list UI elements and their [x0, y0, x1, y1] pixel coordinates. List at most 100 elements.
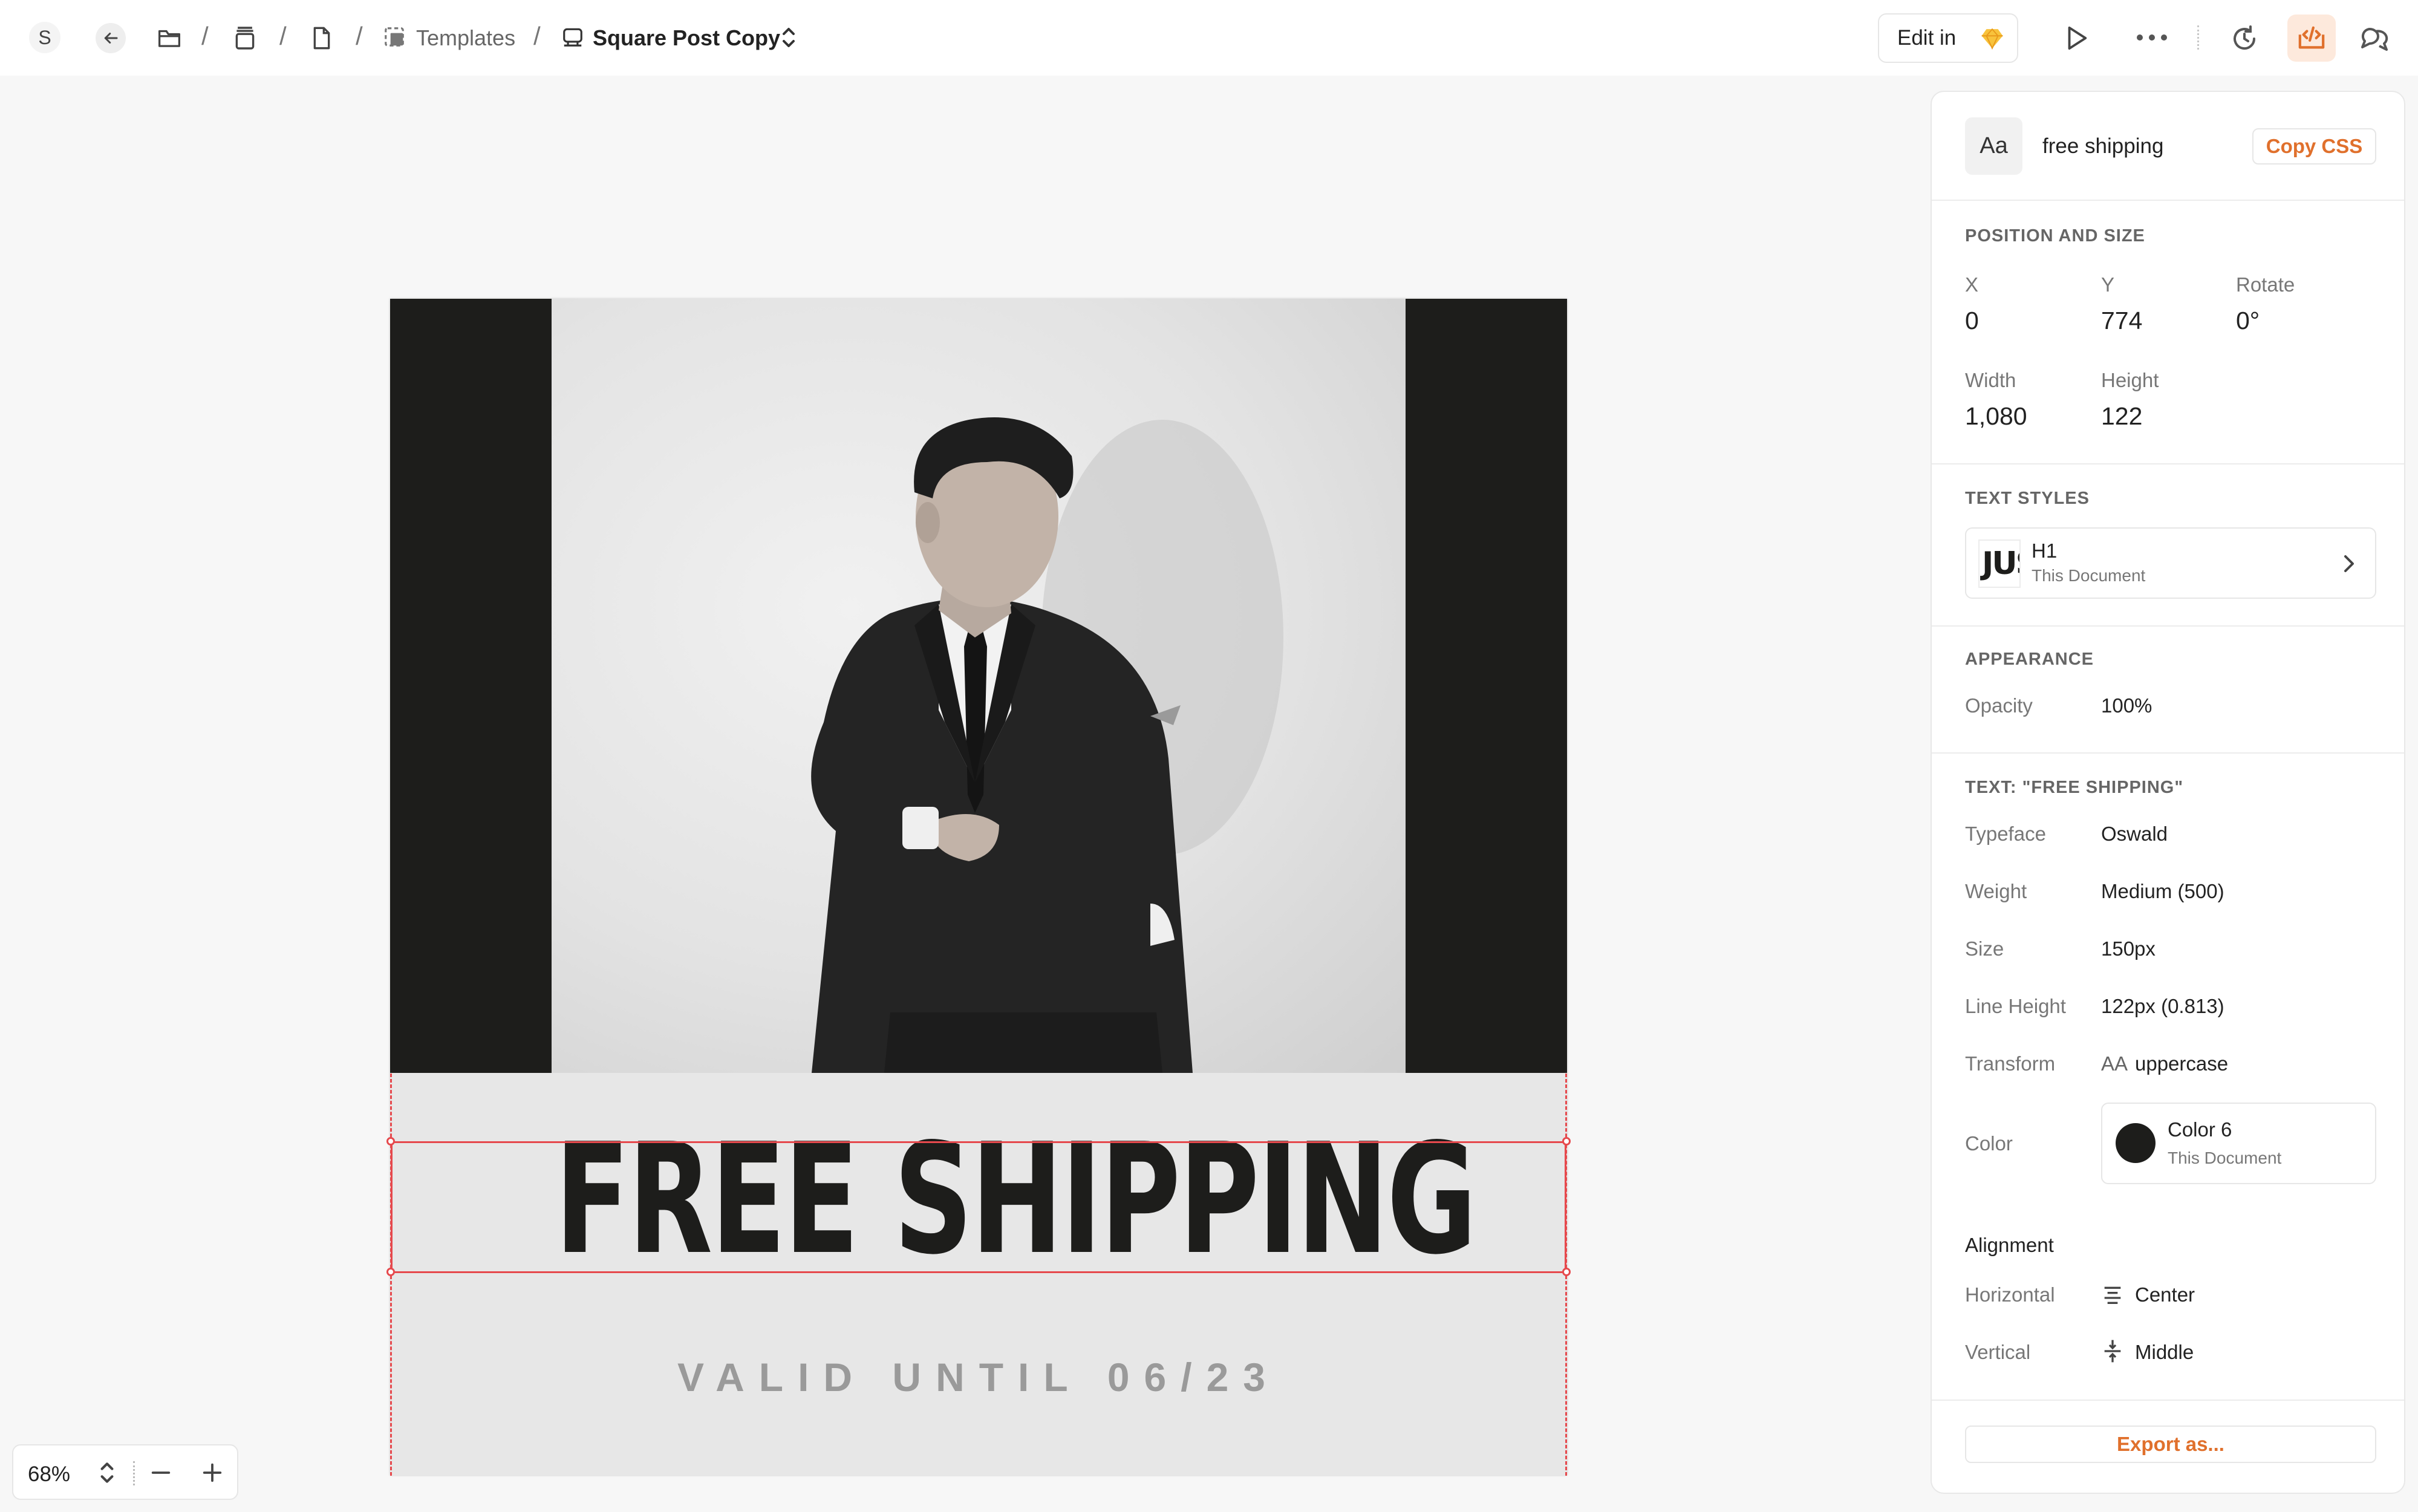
appearance-heading: APPEARANCE [1965, 650, 2094, 669]
opacity-label: Opacity [1965, 694, 2033, 717]
project-button[interactable] [230, 23, 260, 53]
align-center-icon [2104, 1286, 2121, 1304]
artboard-icon [563, 28, 582, 47]
document-switcher[interactable] [780, 25, 800, 51]
vertical-value[interactable]: Middle [2135, 1341, 2194, 1364]
preview-button[interactable] [2061, 23, 2091, 53]
more-icon [2137, 34, 2167, 41]
text-style-thumbnail: JUS [1978, 539, 2021, 588]
size-label: Size [1965, 937, 2004, 960]
templates-icon [385, 27, 404, 47]
breadcrumb-separator: / [201, 22, 209, 50]
line-height-label: Line Height [1965, 995, 2066, 1017]
horizontal-label: Horizontal [1965, 1283, 2055, 1306]
color-swatch-card[interactable]: Color 6 This Document [2101, 1103, 2376, 1184]
opacity-value[interactable]: 100% [2101, 694, 2152, 717]
plus-icon [203, 1463, 222, 1482]
width-label: Width [1965, 369, 2016, 391]
color-label: Color [1965, 1132, 2013, 1155]
resize-handle-tr[interactable] [1562, 1137, 1571, 1145]
size-value[interactable]: 150px [2101, 937, 2156, 960]
color-name: Color 6 [2168, 1118, 2232, 1141]
model-photo[interactable] [552, 299, 1406, 1073]
color-source: This Document [2168, 1149, 2282, 1167]
rotate-value[interactable]: 0° [2236, 307, 2260, 335]
more-button[interactable] [2134, 24, 2170, 51]
chevron-updown-icon [783, 28, 795, 47]
y-label: Y [2101, 273, 2115, 296]
artboard-button[interactable] [561, 25, 585, 50]
text-heading: TEXT: "FREE SHIPPING" [1965, 778, 2184, 797]
copy-css-button[interactable]: Copy CSS [2252, 128, 2376, 165]
weight-value[interactable]: Medium (500) [2101, 880, 2224, 903]
project-icon [235, 27, 255, 50]
page-button[interactable] [307, 23, 336, 53]
page-icon [313, 27, 330, 50]
edit-in-label: Edit in [1897, 26, 1957, 50]
typeface-label: Typeface [1965, 823, 2046, 845]
section-divider [1932, 463, 2404, 464]
align-middle-icon [2104, 1340, 2121, 1363]
history-button[interactable] [2229, 23, 2260, 54]
document-title[interactable]: Square Post Copy [593, 25, 780, 51]
workspace-initial: S [38, 26, 51, 48]
section-divider [1932, 625, 2404, 627]
zoom-out-button[interactable] [149, 1461, 174, 1485]
zoom-level[interactable]: 68% [28, 1462, 70, 1487]
history-icon [2234, 25, 2256, 50]
comments-button[interactable] [2358, 23, 2391, 54]
minus-icon [151, 1471, 171, 1474]
zoom-in-button[interactable] [201, 1461, 225, 1485]
x-label: X [1965, 273, 1979, 296]
model-figure [811, 417, 1283, 1073]
back-button[interactable] [96, 23, 126, 53]
folder-icon [158, 30, 180, 47]
sketch-gem-icon [1981, 28, 2003, 50]
breadcrumb-separator: / [279, 22, 287, 50]
resize-handle-tl[interactable] [386, 1137, 395, 1145]
resize-handle-bl[interactable] [386, 1268, 395, 1276]
chevron-updown-icon [100, 1462, 114, 1483]
transform-value[interactable]: uppercase [2135, 1052, 2228, 1075]
x-value[interactable]: 0 [1965, 307, 1979, 335]
breadcrumb-templates[interactable]: Templates [416, 25, 515, 51]
toolbar-divider [2197, 25, 2199, 50]
section-divider [1932, 752, 2404, 754]
text-layer-badge: Aa [1965, 117, 2022, 175]
y-value[interactable]: 774 [2101, 307, 2142, 335]
workspace-avatar[interactable]: S [29, 22, 60, 53]
zoom-stepper[interactable] [98, 1460, 119, 1487]
artboard[interactable]: FREE SHIPPING VALID UNTIL 06/23 [390, 299, 1567, 1475]
line-height-value[interactable]: 122px (0.813) [2101, 995, 2224, 1018]
uppercase-icon: AA [2101, 1052, 2128, 1075]
section-divider [1932, 200, 2404, 201]
export-button[interactable]: Export as... [1965, 1426, 2376, 1463]
section-divider [1932, 1400, 2404, 1401]
comments-icon [2361, 28, 2388, 51]
horizontal-value[interactable]: Center [2135, 1283, 2195, 1306]
folder-button[interactable] [154, 24, 184, 52]
width-value[interactable]: 1,080 [1965, 402, 2027, 431]
chevron-right-icon [2344, 555, 2354, 572]
weight-label: Weight [1965, 880, 2027, 902]
height-value[interactable]: 122 [2101, 402, 2142, 431]
text-style-name: H1 [2032, 539, 2058, 562]
validity-text[interactable]: VALID UNTIL 06/23 [390, 1354, 1567, 1400]
color-swatch [2116, 1123, 2156, 1163]
play-icon [2068, 26, 2087, 50]
breadcrumb-separator: / [533, 22, 541, 50]
inspect-button[interactable] [2287, 15, 2336, 62]
breadcrumb-separator: / [356, 22, 363, 50]
back-arrow-icon [104, 33, 118, 44]
typeface-value[interactable]: Oswald [2101, 823, 2168, 846]
edit-in-button[interactable]: Edit in [1878, 13, 2018, 63]
text-styles-heading: TEXT STYLES [1965, 489, 2090, 508]
layer-name: free shipping [2042, 134, 2164, 158]
templates-link[interactable] [383, 25, 407, 50]
text-style-card[interactable]: JUS H1 This Document [1965, 527, 2376, 599]
vertical-label: Vertical [1965, 1341, 2031, 1363]
selection-box[interactable] [391, 1141, 1566, 1273]
alignment-heading: Alignment [1965, 1234, 2054, 1256]
transform-label: Transform [1965, 1052, 2056, 1075]
resize-handle-br[interactable] [1562, 1268, 1571, 1276]
